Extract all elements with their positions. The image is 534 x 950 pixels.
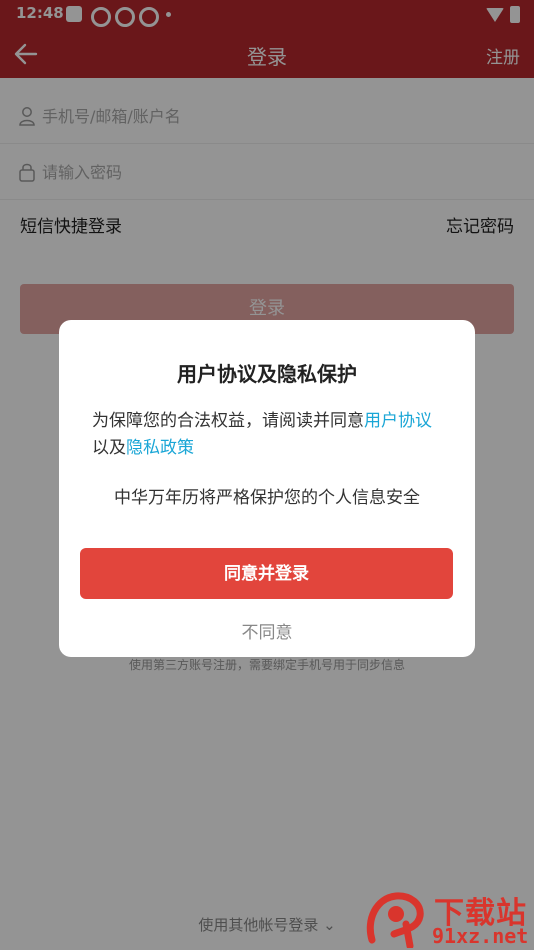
privacy-policy-link[interactable]: 隐私政策 bbox=[126, 438, 194, 458]
login-screen: 12:48 登录 注册 短信快捷 bbox=[0, 0, 534, 950]
watermark: 下载站 91xz.net bbox=[360, 886, 534, 950]
dialog-body: 为保障您的合法权益，请阅读并同意用户协议以及隐私政策 bbox=[92, 408, 442, 462]
privacy-dialog: 用户协议及隐私保护 为保障您的合法权益，请阅读并同意用户协议以及隐私政策 中华万… bbox=[59, 320, 475, 657]
watermark-bottom-text: 91xz.net bbox=[432, 924, 529, 948]
user-agreement-link[interactable]: 用户协议 bbox=[364, 411, 432, 431]
dialog-note: 中华万年历将严格保护您的个人信息安全 bbox=[114, 488, 420, 508]
agree-login-button[interactable]: 同意并登录 bbox=[80, 548, 453, 599]
dialog-body-mid: 以及 bbox=[92, 438, 126, 458]
dialog-body-prefix: 为保障您的合法权益，请阅读并同意 bbox=[92, 411, 364, 431]
dialog-title: 用户协议及隐私保护 bbox=[177, 362, 357, 386]
disagree-button[interactable]: 不同意 bbox=[59, 618, 475, 643]
watermark-logo-icon bbox=[366, 892, 424, 948]
